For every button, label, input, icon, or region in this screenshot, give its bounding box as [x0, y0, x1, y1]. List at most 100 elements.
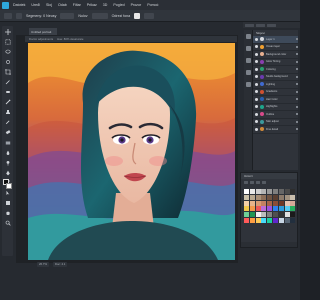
color-swatch[interactable] — [284, 194, 290, 200]
layer-row[interactable]: Gradients — [253, 89, 298, 96]
layer-row[interactable]: Skin adjust — [253, 119, 298, 126]
layer-row[interactable]: Studio background — [253, 74, 298, 81]
options-label-b[interactable]: Nulov — [78, 14, 87, 18]
color-swatch[interactable] — [278, 194, 284, 200]
lasso-tool-icon[interactable] — [4, 48, 11, 55]
panel-tab-2[interactable] — [256, 23, 265, 27]
option-color-chip[interactable] — [134, 12, 141, 19]
crop-tool-icon[interactable] — [4, 68, 11, 75]
layer-row[interactable]: Fine detail — [253, 126, 298, 134]
eyedropper-icon[interactable] — [4, 78, 11, 85]
visibility-eye-icon[interactable] — [255, 127, 258, 131]
document-tab[interactable]: Untitled portrait — [29, 28, 57, 35]
canvas-artwork[interactable] — [28, 43, 235, 260]
visibility-eye-icon[interactable] — [255, 105, 258, 109]
color-swatch[interactable] — [290, 206, 296, 212]
hand-tool-icon[interactable] — [4, 210, 11, 217]
color-swatch[interactable] — [255, 200, 261, 206]
layer-link-icon[interactable] — [296, 38, 298, 41]
menu-3d[interactable]: 3D — [103, 3, 108, 7]
menu-view[interactable]: Prikaz — [87, 3, 97, 7]
color-swatch[interactable] — [249, 189, 255, 194]
color-swatch[interactable] — [255, 212, 261, 218]
color-swatch[interactable] — [261, 206, 267, 212]
color-swatch[interactable] — [244, 206, 249, 212]
adjustments-panel-icon[interactable] — [245, 58, 251, 63]
color-swatch[interactable] — [284, 200, 290, 206]
paths-panel-icon[interactable] — [245, 82, 251, 87]
zoom-tool-icon[interactable] — [4, 220, 11, 227]
menu-extra[interactable]: Pomoć — [147, 3, 158, 7]
visibility-eye-icon[interactable] — [255, 82, 258, 86]
color-swatch[interactable] — [284, 217, 290, 223]
color-swatch[interactable] — [255, 189, 261, 194]
color-swatch[interactable] — [249, 217, 255, 223]
layer-row[interactable]: Hair Color — [253, 96, 298, 104]
delete-swatch-icon[interactable] — [256, 181, 260, 184]
color-swatch[interactable] — [272, 206, 278, 212]
color-swatch[interactable] — [244, 200, 249, 206]
color-swatch[interactable] — [267, 206, 273, 212]
layer-link-icon[interactable] — [296, 45, 298, 48]
marquee-tool-icon[interactable] — [4, 38, 11, 45]
visibility-eye-icon[interactable] — [255, 60, 258, 64]
visibility-eye-icon[interactable] — [255, 75, 258, 79]
color-swatch[interactable] — [290, 194, 296, 200]
visibility-eye-icon[interactable] — [255, 90, 258, 94]
color-swatch[interactable] — [267, 200, 273, 206]
menu-file[interactable]: Datotek — [13, 3, 25, 7]
menu-select[interactable]: Odab — [58, 3, 67, 7]
swatch-folder-icon[interactable] — [250, 181, 254, 184]
color-swatch[interactable] — [272, 189, 278, 194]
move-tool-icon[interactable] — [4, 28, 11, 35]
color-swatch[interactable] — [284, 189, 290, 194]
zoom-level[interactable]: 26.7% — [37, 262, 49, 267]
background-color-swatch[interactable] — [6, 183, 12, 189]
panel-tab-1[interactable] — [245, 23, 254, 27]
layer-link-icon[interactable] — [296, 98, 298, 101]
layer-row[interactable]: Layer 1 — [253, 36, 298, 44]
color-swatch[interactable] — [290, 189, 296, 194]
menu-layer[interactable]: Sloj — [46, 3, 52, 7]
layer-link-icon[interactable] — [296, 105, 298, 108]
color-swatch[interactable] — [244, 217, 249, 223]
layer-link-icon[interactable] — [296, 83, 298, 86]
color-swatch[interactable] — [261, 217, 267, 223]
color-swatch[interactable] — [261, 194, 267, 200]
color-swatch[interactable] — [261, 189, 267, 194]
color-swatch[interactable] — [284, 206, 290, 212]
layer-link-icon[interactable] — [296, 128, 298, 131]
color-swatch[interactable] — [272, 200, 278, 206]
color-swatch[interactable] — [290, 212, 296, 218]
layer-link-icon[interactable] — [296, 90, 298, 93]
color-swatches[interactable] — [2, 178, 13, 192]
color-swatch[interactable] — [272, 194, 278, 200]
visibility-eye-icon[interactable] — [255, 67, 258, 71]
blur-tool-icon[interactable] — [4, 149, 11, 156]
swatch-menu-icon[interactable] — [262, 181, 266, 184]
dodge-tool-icon[interactable] — [4, 159, 11, 166]
color-swatch[interactable] — [255, 206, 261, 212]
color-swatch[interactable] — [278, 212, 284, 218]
pen-tool-icon[interactable] — [4, 169, 11, 176]
color-swatch[interactable] — [244, 212, 249, 218]
visibility-eye-icon[interactable] — [255, 120, 258, 124]
shape-tool-icon[interactable] — [4, 200, 11, 207]
color-swatch[interactable] — [284, 212, 290, 218]
option-dropdown-b[interactable] — [91, 12, 108, 19]
layer-row[interactable]: Coloring — [253, 66, 298, 74]
menu-help[interactable]: Prozor — [131, 3, 142, 7]
color-swatch[interactable] — [290, 217, 296, 223]
visibility-eye-icon[interactable] — [255, 97, 258, 101]
color-swatch[interactable] — [278, 189, 284, 194]
color-swatch[interactable] — [244, 194, 249, 200]
layer-row[interactable]: Ocean layer — [253, 44, 298, 51]
color-swatch[interactable] — [249, 206, 255, 212]
color-swatch[interactable] — [290, 200, 296, 206]
color-swatch[interactable] — [261, 212, 267, 218]
clone-stamp-icon[interactable] — [4, 109, 11, 116]
layer-row[interactable]: Outline — [253, 111, 298, 119]
layer-link-icon[interactable] — [296, 113, 298, 116]
mode-button[interactable] — [16, 12, 22, 19]
option-dropdown-a[interactable] — [60, 12, 75, 19]
